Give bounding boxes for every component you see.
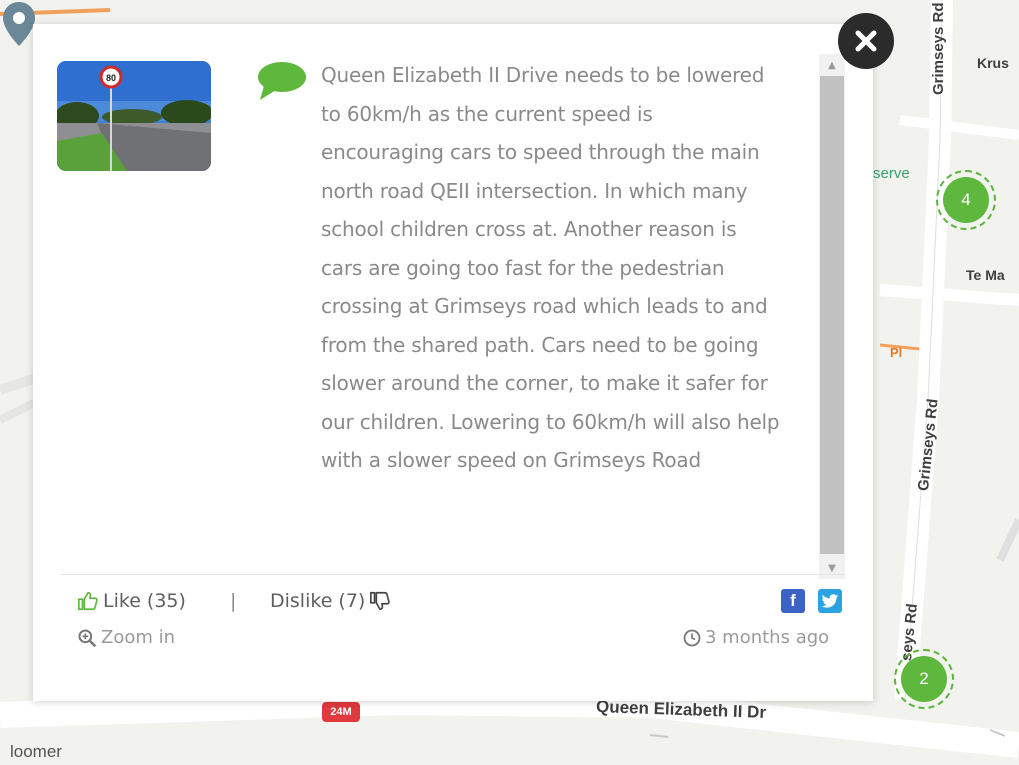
street-label-krus: Krus <box>977 55 1009 71</box>
map-cluster-marker[interactable]: 4 <box>936 170 996 230</box>
twitter-share-icon[interactable] <box>818 589 842 613</box>
cluster-count: 2 <box>901 656 947 702</box>
comment-text: Queen Elizabeth II Drive needs to be low… <box>321 63 780 472</box>
comment-timestamp: 3 months ago <box>683 627 829 648</box>
zoom-in-icon <box>78 629 97 647</box>
scroll-down-arrow-icon[interactable]: ▼ <box>819 557 845 579</box>
zoom-in-label: Zoom in <box>101 627 176 648</box>
like-label: Like (35) <box>103 590 186 612</box>
street-label-te-ma: Te Ma <box>966 267 1005 283</box>
zoom-in-link[interactable]: Zoom in <box>77 627 175 648</box>
park-label-reserve: serve <box>873 165 910 182</box>
scrollbar-thumb[interactable] <box>820 76 844 554</box>
comment-bubble-icon <box>258 62 306 100</box>
thumbs-up-icon <box>78 591 98 611</box>
clock-icon <box>683 629 701 646</box>
dislike-label: Dislike (7) <box>270 590 366 612</box>
comment-popup: 80 Queen Elizabeth II Drive needs to be … <box>33 24 873 701</box>
twitter-bird-glyph <box>821 593 839 608</box>
street-label-bloomer: loomer <box>10 742 62 761</box>
like-dislike-separator: | <box>230 590 237 612</box>
close-icon <box>855 30 877 52</box>
map-cluster-marker[interactable]: 2 <box>894 649 954 709</box>
comment-scroll-area[interactable]: Queen Elizabeth II Drive needs to be low… <box>321 54 841 584</box>
thumbs-down-icon <box>370 591 391 611</box>
dislike-button[interactable]: Dislike (7) <box>270 590 391 612</box>
footer-divider <box>61 574 845 575</box>
road-shield-icon: 24M <box>322 702 360 722</box>
scroll-up-arrow-icon[interactable]: ▲ <box>819 54 845 76</box>
cluster-count: 4 <box>943 177 989 223</box>
facebook-share-icon[interactable]: f <box>781 589 805 613</box>
timestamp-label: 3 months ago <box>705 627 830 648</box>
photo-image: 80 <box>57 61 211 171</box>
comment-photo-thumbnail[interactable]: 80 <box>57 61 211 171</box>
like-button[interactable]: Like (35) <box>77 590 186 612</box>
street-label-pl: Pl <box>890 345 903 360</box>
street-label-grimseys-rd: Grimseys Rd <box>930 2 947 95</box>
close-popup-button[interactable] <box>838 13 894 69</box>
comment-scrollbar[interactable]: ▲ ▼ <box>819 54 845 579</box>
speed-sign-text: 80 <box>106 73 116 83</box>
